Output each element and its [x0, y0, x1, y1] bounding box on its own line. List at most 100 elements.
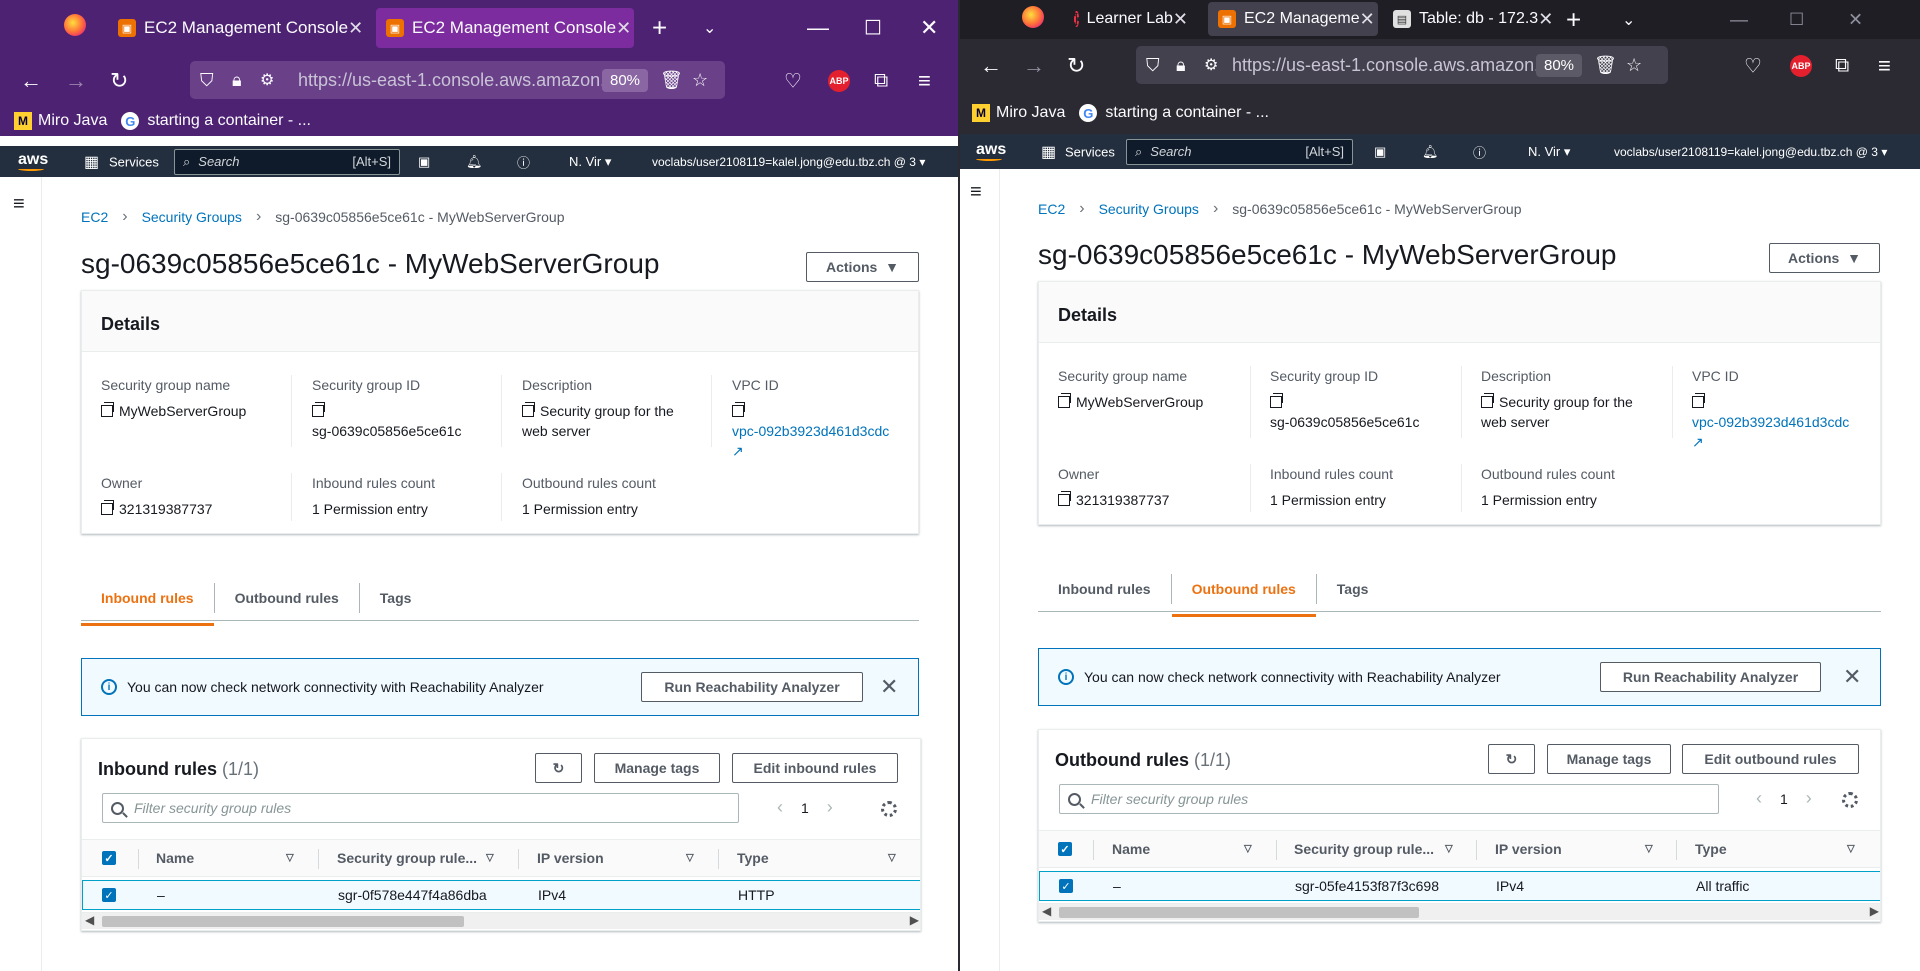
breadcrumb-security-groups[interactable]: Security Groups [142, 209, 242, 225]
column-header-ip-version[interactable]: IP version [537, 850, 604, 866]
scroll-thumb[interactable] [102, 916, 464, 927]
services-menu[interactable]: Services [109, 154, 159, 169]
services-grid-icon[interactable]: ▦ [84, 152, 99, 172]
settings-gear-icon[interactable] [1842, 792, 1858, 808]
page-number[interactable]: 1 [1780, 791, 1788, 807]
breadcrumb-security-groups[interactable]: Security Groups [1099, 201, 1199, 217]
browser-tab-2[interactable]: ▣ EC2 Management Console ✕ [376, 8, 634, 48]
forward-icon[interactable]: → [65, 68, 87, 94]
tab-list-chevron-icon[interactable]: ⌄ [703, 18, 716, 38]
scroll-thumb[interactable] [1059, 907, 1419, 918]
column-header-name[interactable]: Name [1112, 841, 1150, 857]
tab-tags[interactable]: Tags [1317, 574, 1389, 604]
account-menu[interactable]: voclabs/user2108119=kalel.jong@edu.tbz.c… [652, 155, 925, 169]
maximize-icon[interactable]: ☐ [864, 15, 882, 40]
copy-icon[interactable] [1058, 491, 1071, 506]
region-selector[interactable]: N. Vir ▾ [569, 154, 611, 170]
adblock-icon[interactable]: ABP [1790, 54, 1812, 77]
bookmark-starting-container[interactable]: Gstarting a container - ... [1079, 104, 1269, 122]
vpc-link[interactable]: vpc-092b3923d461d3cdc [732, 423, 889, 439]
column-header-rule-id[interactable]: Security group rule... [337, 850, 477, 866]
notifications-bell-icon[interactable]: 🔔︎ [466, 154, 483, 170]
close-window-icon[interactable]: ✕ [1848, 9, 1863, 30]
pocket-icon[interactable]: ♡ [1744, 53, 1762, 78]
table-row[interactable]: ✓ – sgr-05fe4153f87f3c698 IPv4 All traff… [1039, 871, 1880, 901]
chevron-left-icon[interactable]: ‹ [1756, 788, 1762, 809]
manage-tags-button[interactable]: Manage tags [594, 753, 720, 783]
column-header-name[interactable]: Name [156, 850, 194, 866]
external-link-icon[interactable]: ↗ [1692, 434, 1704, 450]
help-icon[interactable]: ⓘ [517, 152, 530, 171]
copy-icon[interactable] [732, 402, 745, 417]
copy-icon[interactable] [1058, 393, 1071, 408]
zoom-level[interactable]: 80% [602, 68, 649, 92]
row-checkbox[interactable]: ✓ [102, 888, 116, 902]
account-menu[interactable]: voclabs/user2108119=kalel.jong@edu.tbz.c… [1614, 145, 1887, 159]
tab-list-chevron-icon[interactable]: ⌄ [1622, 10, 1635, 30]
chevron-left-icon[interactable]: ‹ [777, 797, 783, 818]
url-bar[interactable]: ⛉ 🔒︎ ⚙ https://us-east-1.console.aws.ama… [190, 61, 725, 99]
close-tab-icon[interactable]: ✕ [616, 18, 631, 39]
browser-tab-learner-lab[interactable]: Learner Lab ✕ [1064, 2, 1198, 36]
close-tab-icon[interactable]: ✕ [348, 18, 363, 39]
extensions-icon[interactable]: ⧉ [1835, 54, 1849, 77]
tab-outbound-rules[interactable]: Outbound rules [1171, 574, 1317, 617]
zoom-level[interactable]: 80% [1536, 53, 1583, 77]
firefox-menu-icon[interactable] [64, 13, 86, 42]
settings-gear-icon[interactable] [881, 801, 897, 817]
reload-icon[interactable]: ↻ [1067, 53, 1085, 79]
browser-tab-1[interactable]: ▣ EC2 Management Console ✕ [108, 8, 366, 48]
scroll-left-icon[interactable]: ◀ [85, 913, 94, 927]
firefox-menu-icon[interactable] [1022, 5, 1044, 34]
filter-input[interactable]: Filter security group rules [102, 793, 739, 823]
cloudshell-icon[interactable]: ▣ [1374, 144, 1386, 160]
shield-icon[interactable]: ⛉ [200, 70, 214, 91]
close-tab-icon[interactable]: ✕ [1538, 9, 1551, 30]
sort-icon[interactable]: ▽ [888, 853, 896, 864]
reload-icon[interactable]: ↻ [110, 68, 128, 94]
browser-tab-table-db[interactable]: ▤ Table: db - 172.3 ✕ [1383, 2, 1551, 36]
page-number[interactable]: 1 [801, 800, 809, 816]
edit-rules-button[interactable]: Edit inbound rules [732, 753, 898, 783]
aws-search-input[interactable]: ⌕ Search [Alt+S] [174, 148, 400, 175]
new-tab-icon[interactable]: + [1566, 4, 1581, 35]
trash-icon[interactable]: 🗑︎ [1594, 55, 1617, 76]
adblock-icon[interactable]: ABP [828, 69, 850, 92]
minimize-icon[interactable]: — [807, 15, 829, 41]
extensions-icon[interactable]: ⧉ [874, 69, 888, 92]
app-menu-icon[interactable]: ≡ [918, 68, 931, 94]
horizontal-scrollbar[interactable]: ◀ ▶ [82, 912, 920, 929]
row-checkbox[interactable]: ✓ [1059, 879, 1073, 893]
actions-dropdown[interactable]: Actions ▼ [1769, 243, 1880, 273]
horizontal-scrollbar[interactable]: ◀ ▶ [1039, 903, 1880, 920]
permissions-icon[interactable]: ⚙ [260, 70, 274, 90]
url-bar[interactable]: ⛉ 🔒︎ ⚙ https://us-east-1.console.aws.ama… [1136, 46, 1668, 84]
copy-icon[interactable] [312, 402, 325, 417]
select-all-checkbox[interactable]: ✓ [102, 851, 116, 865]
aws-logo[interactable]: aws [18, 151, 48, 171]
app-menu-icon[interactable]: ≡ [1878, 53, 1891, 79]
external-link-icon[interactable]: ↗ [732, 443, 744, 459]
copy-icon[interactable] [1270, 393, 1283, 408]
maximize-icon[interactable]: ☐ [1789, 10, 1804, 30]
bookmark-miro-java[interactable]: M Miro Java [14, 112, 107, 130]
sort-icon[interactable]: ▽ [286, 853, 294, 864]
new-tab-icon[interactable]: + [652, 12, 667, 43]
back-icon[interactable]: ← [980, 53, 1002, 79]
permissions-icon[interactable]: ⚙ [1204, 55, 1218, 75]
tab-inbound-rules[interactable]: Inbound rules [81, 583, 215, 626]
run-reachability-button[interactable]: Run Reachability Analyzer [1600, 662, 1821, 692]
sort-icon[interactable]: ▽ [486, 853, 494, 864]
filter-input[interactable]: Filter security group rules [1059, 784, 1719, 814]
tab-tags[interactable]: Tags [360, 583, 432, 613]
column-header-type[interactable]: Type [737, 850, 769, 866]
minimize-icon[interactable]: — [1730, 9, 1748, 30]
copy-icon[interactable] [1692, 393, 1705, 408]
hamburger-menu-icon[interactable]: ≡ [970, 181, 982, 204]
copy-icon[interactable] [101, 500, 114, 515]
tab-inbound-rules[interactable]: Inbound rules [1038, 574, 1172, 604]
close-tab-icon[interactable]: ✕ [1360, 9, 1375, 30]
copy-icon[interactable] [101, 402, 114, 417]
scroll-right-icon[interactable]: ▶ [910, 913, 919, 927]
copy-icon[interactable] [522, 402, 535, 417]
